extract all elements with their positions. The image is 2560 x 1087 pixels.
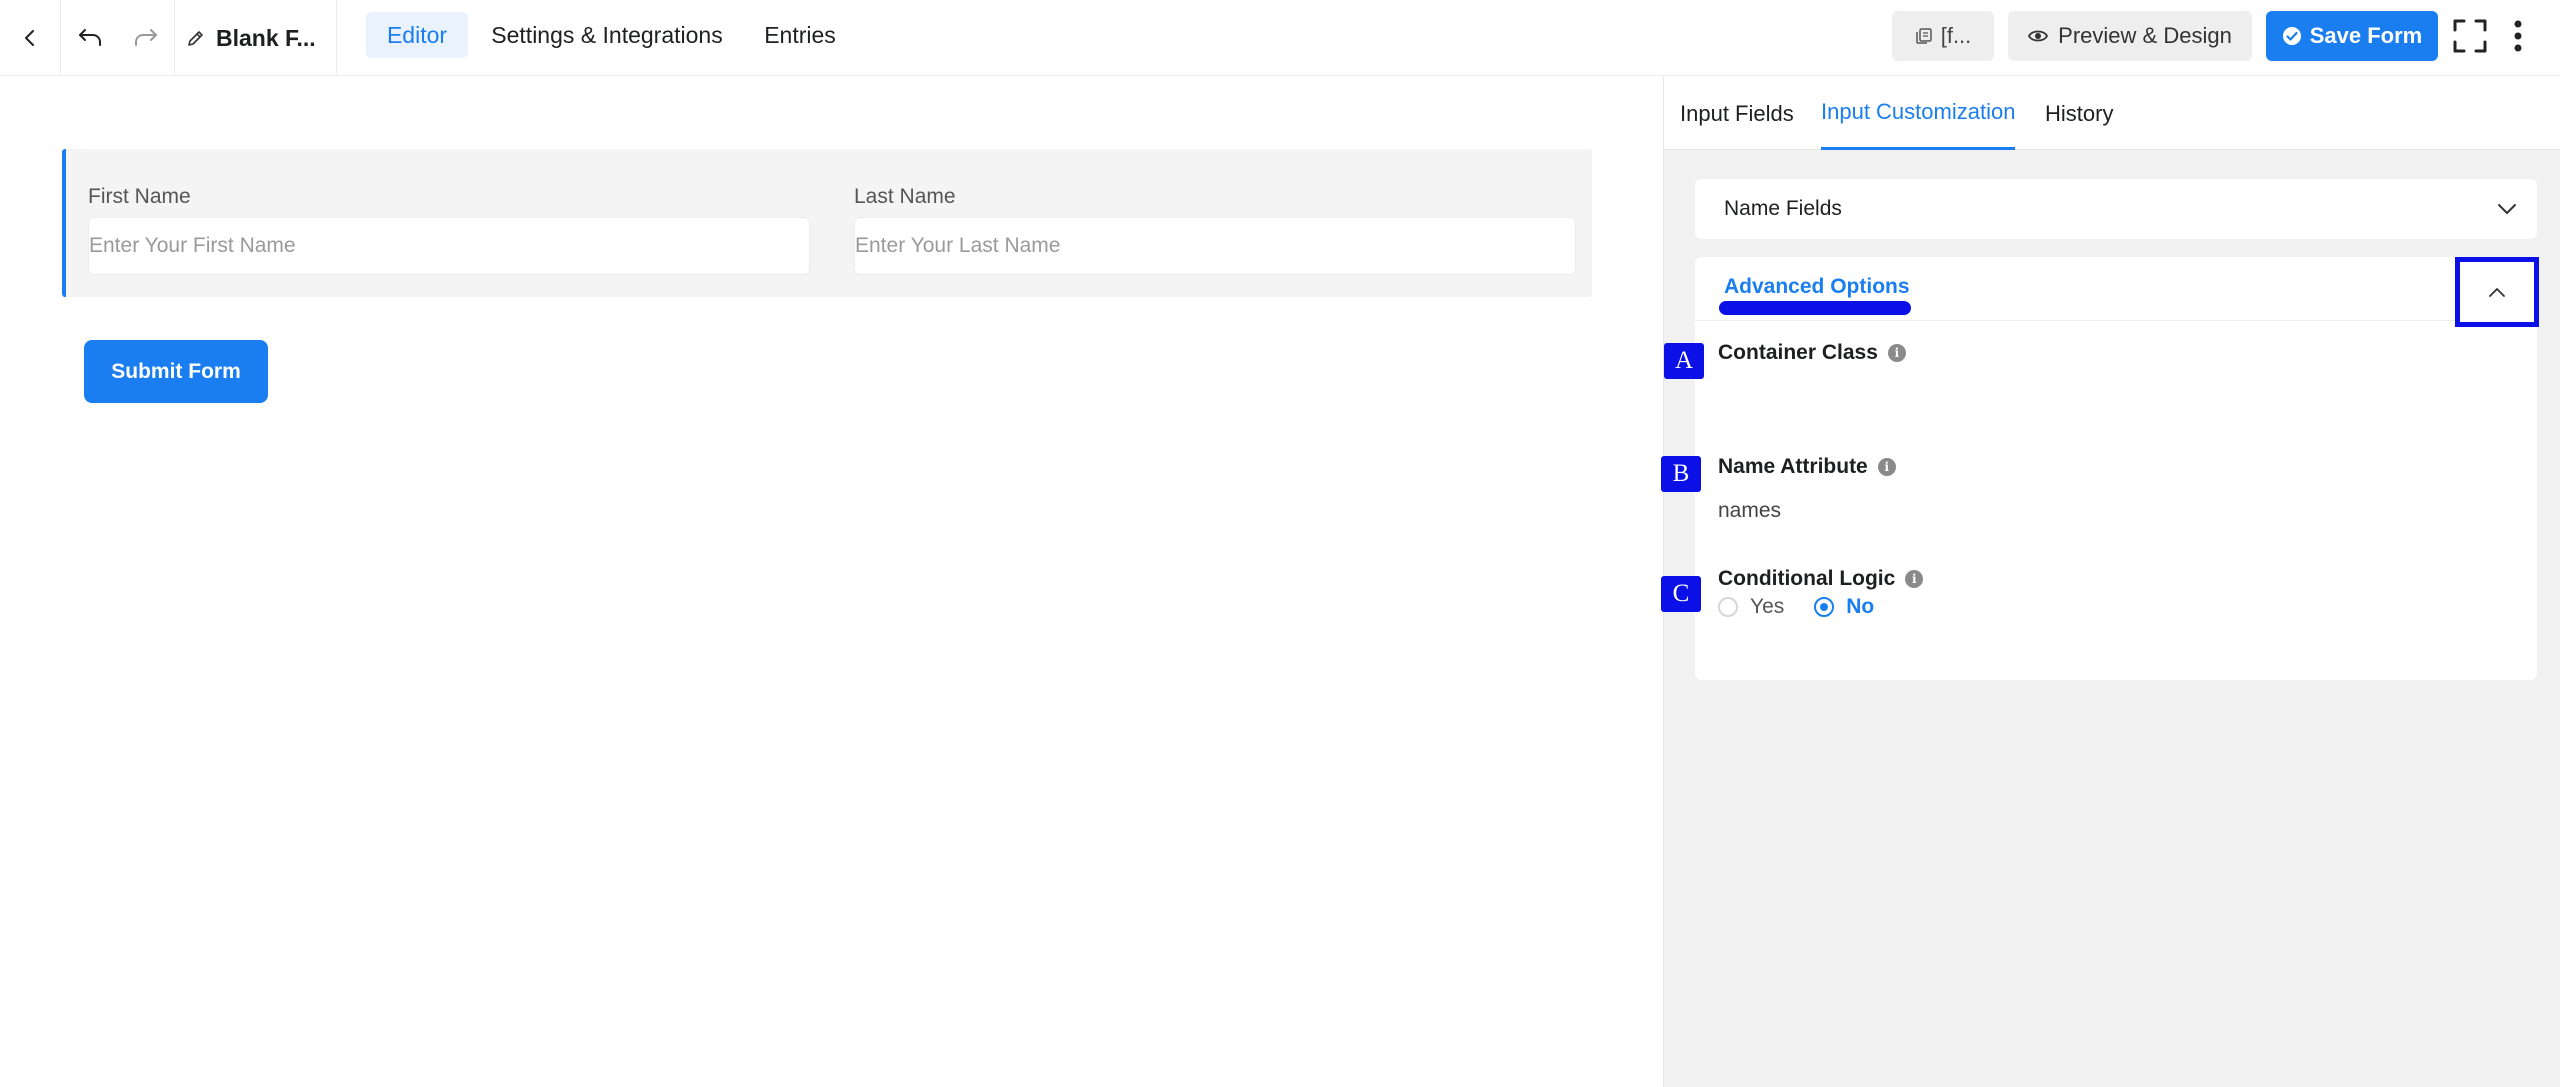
toolbar-divider — [60, 0, 61, 76]
last-name-input[interactable] — [855, 218, 1575, 274]
last-name-input-wrapper — [854, 217, 1576, 275]
name-attribute-label-row: Name Attribute i — [1718, 455, 1896, 479]
annotation-marker-a: A — [1664, 343, 1704, 379]
last-name-label: Last Name — [854, 185, 956, 208]
conditional-logic-radio-group: Yes No — [1718, 595, 1923, 619]
name-attribute-label: Name Attribute — [1718, 455, 1868, 478]
eye-icon — [2028, 30, 2049, 42]
copy-icon — [1915, 28, 1932, 44]
tab-editor[interactable]: Editor — [366, 12, 468, 58]
advanced-options-header[interactable]: Advanced Options — [1695, 257, 2539, 327]
form-title: Blank F... — [216, 24, 316, 51]
conditional-logic-label-row: Conditional Logic i — [1718, 567, 1924, 591]
radio-unchecked-icon — [1718, 597, 1738, 617]
settings-panel: Input Fields Input Customization History… — [1663, 77, 2560, 1087]
info-icon[interactable]: i — [1877, 458, 1896, 476]
name-fields-accordion[interactable]: Name Fields — [1695, 179, 2537, 239]
shortcode-label: [f... — [1940, 23, 1972, 48]
back-button[interactable] — [0, 0, 60, 76]
toolbar-divider — [174, 0, 175, 76]
fullscreen-button[interactable] — [2450, 16, 2490, 56]
annotation-marker-b: B — [1661, 456, 1701, 492]
form-editor-canvas: First Name Last Name Submit Form — [0, 77, 1663, 1087]
more-options-button[interactable] — [2500, 16, 2536, 56]
back-arrow-icon — [25, 30, 34, 46]
save-label: Save Form — [2309, 23, 2423, 48]
tab-input-fields[interactable]: Input Fields — [1680, 77, 1794, 150]
first-name-field: First Name — [88, 185, 810, 275]
more-vertical-icon — [2514, 20, 2522, 52]
name-fields-title: Name Fields — [1724, 197, 1842, 220]
chevron-up-icon — [2489, 287, 2505, 297]
radio-yes-label: Yes — [1750, 595, 1785, 618]
undo-button[interactable] — [62, 0, 118, 76]
advanced-options-card: Advanced Options Container Class i Name … — [1695, 257, 2539, 680]
conditional-logic-label: Conditional Logic — [1718, 567, 1896, 590]
check-circle-icon — [2282, 27, 2301, 45]
name-attribute-option: Name Attribute i names — [1718, 455, 1896, 523]
info-icon[interactable]: i — [1905, 570, 1924, 588]
radio-no-label: No — [1846, 595, 1875, 618]
tab-entries[interactable]: Entries — [750, 12, 850, 58]
conditional-logic-option: Conditional Logic i Yes No — [1718, 567, 1924, 619]
advanced-options-collapse-button[interactable] — [2455, 257, 2539, 327]
advanced-options-title: Advanced Options — [1724, 275, 1910, 298]
undo-icon — [79, 29, 101, 46]
container-class-label: Container Class — [1718, 341, 1878, 364]
form-title-button[interactable]: Blank F... — [186, 0, 336, 76]
info-icon[interactable]: i — [1887, 344, 1906, 362]
submit-form-button[interactable]: Submit Form — [84, 340, 268, 403]
radio-checked-icon — [1814, 597, 1835, 617]
save-form-button[interactable]: Save Form — [2266, 11, 2438, 61]
last-name-field: Last Name — [854, 185, 1576, 275]
shortcode-copy-button[interactable]: [f... — [1892, 11, 1994, 61]
toolbar-divider — [336, 0, 337, 76]
first-name-input-wrapper — [88, 217, 810, 275]
tab-input-customization[interactable]: Input Customization — [1821, 77, 2016, 150]
redo-icon — [135, 29, 157, 46]
container-class-option: Container Class i — [1718, 341, 1906, 365]
tab-settings-integrations[interactable]: Settings & Integrations — [478, 12, 736, 58]
advanced-options-highlight — [1719, 301, 1911, 315]
top-toolbar: Blank F... Editor Settings & Integration… — [0, 0, 2560, 76]
chevron-down-icon — [2498, 204, 2516, 214]
conditional-logic-yes-radio[interactable]: Yes — [1718, 595, 1784, 619]
container-class-label-row: Container Class i — [1718, 341, 1906, 365]
preview-label: Preview & Design — [2058, 23, 2232, 48]
first-name-label: First Name — [88, 185, 191, 208]
redo-button[interactable] — [118, 0, 174, 76]
conditional-logic-no-radio[interactable]: No — [1814, 595, 1874, 619]
fullscreen-icon — [2453, 19, 2487, 53]
name-attribute-value[interactable]: names — [1718, 499, 1896, 523]
tab-history[interactable]: History — [2045, 77, 2113, 150]
edit-pencil-icon — [188, 31, 203, 46]
panel-tabs: Input Fields Input Customization History — [1664, 77, 2560, 150]
annotation-marker-c: C — [1661, 576, 1701, 612]
preview-design-button[interactable]: Preview & Design — [2008, 11, 2252, 61]
first-name-input[interactable] — [89, 218, 809, 274]
name-fields-block[interactable]: First Name Last Name — [62, 149, 1592, 297]
